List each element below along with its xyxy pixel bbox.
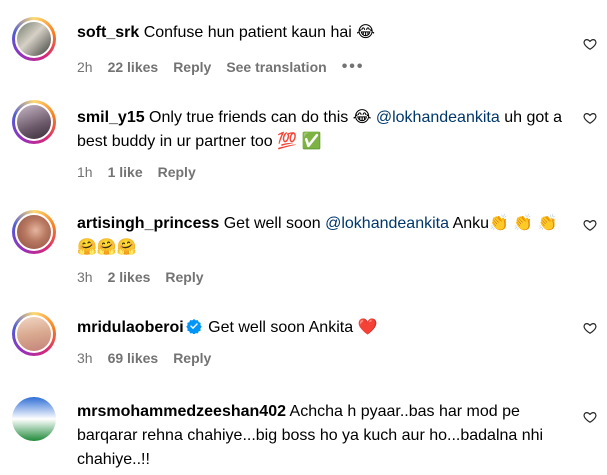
- comment-text: artisingh_princess Get well soon @lokhan…: [77, 212, 577, 260]
- comment-text: mrsmohammedzeeshan402 Achcha h pyaar..ba…: [77, 400, 577, 472]
- comment-meta: 3h 69 likes Reply: [77, 348, 226, 368]
- heart-outline-icon[interactable]: [583, 218, 597, 232]
- comment-text: smil_y15 Only true friends can do this 😂…: [77, 106, 577, 154]
- comment-item: mrsmohammedzeeshan402 Achcha h pyaar..ba…: [0, 0, 607, 468]
- comment-time[interactable]: 2h: [77, 59, 93, 75]
- comment-username[interactable]: mrsmohammedzeeshan402: [77, 403, 286, 420]
- comment-likes[interactable]: 69 likes: [108, 350, 159, 366]
- comment-likes[interactable]: 22 likes: [108, 59, 159, 75]
- reply-button[interactable]: Reply: [158, 164, 196, 180]
- verified-badge-icon: [185, 319, 202, 334]
- more-options-icon[interactable]: •••: [342, 58, 365, 76]
- comment-body: Get well soon: [219, 215, 326, 232]
- avatar[interactable]: [12, 312, 56, 356]
- heart-outline-icon[interactable]: [583, 111, 597, 125]
- comment-likes[interactable]: 1 like: [108, 164, 143, 180]
- reply-button[interactable]: Reply: [165, 269, 203, 285]
- comment-username[interactable]: smil_y15: [77, 109, 145, 126]
- comment-meta: 1h 1 like Reply: [77, 162, 211, 182]
- avatar[interactable]: [12, 210, 56, 254]
- comment-body: Get well soon Ankita ❤️: [203, 319, 378, 336]
- mention-link[interactable]: @lokhandeankita: [325, 215, 449, 232]
- reply-button[interactable]: Reply: [173, 59, 211, 75]
- comment-likes[interactable]: 2 likes: [108, 269, 151, 285]
- comment-username[interactable]: artisingh_princess: [77, 215, 219, 232]
- comment-time[interactable]: 3h: [77, 269, 93, 285]
- mention-link[interactable]: @lokhandeankita: [376, 109, 500, 126]
- see-translation-button[interactable]: See translation: [226, 59, 326, 75]
- comment-meta: 3h 2 likes Reply: [77, 267, 219, 287]
- avatar[interactable]: [12, 100, 56, 144]
- comment-time[interactable]: 3h: [77, 350, 93, 366]
- reply-button[interactable]: Reply: [173, 350, 211, 366]
- comment-time[interactable]: 1h: [77, 164, 93, 180]
- heart-outline-icon[interactable]: [583, 410, 597, 424]
- comment-body: Only true friends can do this 😂: [144, 109, 376, 126]
- comment-text: mridulaoberoi Get well soon Ankita ❤️: [77, 316, 577, 340]
- heart-outline-icon[interactable]: [583, 321, 597, 335]
- avatar[interactable]: [12, 397, 56, 441]
- comment-meta: 2h 22 likes Reply See translation •••: [77, 57, 365, 77]
- comment-username[interactable]: mridulaoberoi: [77, 319, 184, 336]
